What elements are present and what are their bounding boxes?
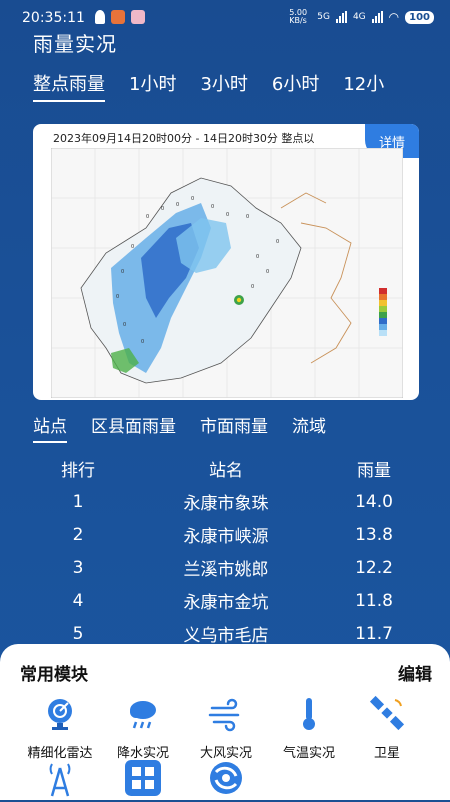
tab-basin[interactable]: 流域 [292,412,326,443]
battery-indicator: 100 [405,10,434,24]
svg-text:0: 0 [161,206,164,212]
svg-text:0: 0 [131,244,134,250]
row-station: 义乌市毛店 [183,626,269,646]
tab-3h[interactable]: 3小时 [200,70,247,102]
module-label: 卫星 [373,746,400,761]
satellite-icon [369,695,405,731]
header-station: 站名 [209,461,243,481]
table-row[interactable]: 4 永康市金坑 11.8 [33,584,419,617]
row-rainfall: 11.8 [355,590,393,611]
wind-icon [208,698,240,732]
rain-cloud-icon [130,701,156,729]
table-row[interactable]: 3 兰溪市姚郎 12.2 [33,551,419,584]
modules-title: 常用模块 [20,665,88,685]
row-rank: 2 [72,524,84,545]
module-grid[interactable] [100,758,186,802]
map-title: 2023年09月14日20时00分 - 14日20时30分 整点以 [53,132,315,145]
tab-stations[interactable]: 站点 [33,412,67,443]
svg-text:0: 0 [141,339,144,345]
row-station: 永康市峡源 [183,527,269,547]
svg-text:0: 0 [121,269,124,275]
svg-text:0: 0 [116,294,119,300]
module-signal[interactable] [17,758,103,802]
region-tabs: 站点 区县面雨量 市面雨量 流域 [33,412,326,443]
row-rainfall: 11.7 [355,623,393,644]
svg-text:0: 0 [276,239,279,245]
signal-icon-2 [371,11,383,23]
row-rank: 4 [72,590,84,611]
network-5g: 5G [317,12,330,22]
status-time: 20:35:11 [22,10,85,26]
row-rank: 1 [72,491,84,512]
net-speed: 5.00 KB/s [289,8,308,25]
page-title: 雨量实况 [33,32,117,56]
time-range-tabs: 整点雨量 1小时 3小时 6小时 12小 [33,70,384,102]
svg-text:0: 0 [211,204,214,210]
svg-text:0: 0 [256,254,259,260]
module-wind-live[interactable]: 大风实况 [183,694,269,761]
grid-apps-icon [125,760,161,796]
rainfall-ranking-table: 排行 站名 雨量 1 永康市象珠 14.0 2 永康市峡源 13.8 3 兰溪市… [33,452,419,650]
rainfall-map: 0 0 0 0 0 0 0 0 0 0 0 0 0 0 0 0 [51,148,403,398]
svg-text:0: 0 [191,196,194,202]
svg-text:0: 0 [266,269,269,275]
row-station: 兰溪市姚郎 [183,560,269,580]
module-temp-live[interactable]: 气温实况 [266,694,352,761]
row-rainfall: 12.2 [355,557,393,578]
wifi-icon: ◠ [388,10,400,24]
svg-text:0: 0 [246,214,249,220]
table-row[interactable]: 1 永康市象珠 14.0 [33,485,419,518]
tab-county-rain[interactable]: 区县面雨量 [91,412,176,443]
app-badge-icon-2 [131,10,145,24]
signal-tower-icon [49,763,71,797]
tab-1h[interactable]: 1小时 [129,70,176,102]
row-station: 永康市象珠 [183,494,269,514]
signal-icon [335,11,347,23]
typhoon-icon [210,762,242,794]
rain-map-card[interactable]: 2023年09月14日20时00分 - 14日20时30分 整点以 详情 000… [33,124,419,400]
header-rank: 排行 [61,461,95,481]
header-rainfall: 雨量 [357,461,391,481]
svg-text:0: 0 [123,322,126,328]
module-label: 气温实况 [282,746,335,761]
network-4g: 4G [352,12,366,22]
edit-button[interactable]: 编辑 [398,660,432,685]
svg-text:0: 0 [226,212,229,218]
app-badge-icon [111,10,125,24]
row-rank: 3 [72,557,84,578]
tab-hourly[interactable]: 整点雨量 [33,70,105,102]
notification-icon [95,10,105,24]
tab-city-rain[interactable]: 市面雨量 [200,412,268,443]
row-rank: 5 [72,623,84,644]
common-modules-panel: 常用模块 编辑 精细化雷达 降水实况 大风实况 气温实况 卫星 [0,644,450,800]
tab-12h[interactable]: 12小 [343,70,384,102]
row-rainfall: 14.0 [355,491,393,512]
module-fine-radar[interactable]: 精细化雷达 [17,694,103,761]
svg-text:0: 0 [251,284,254,290]
row-rainfall: 13.8 [355,524,393,545]
module-precip-live[interactable]: 降水实况 [100,694,186,761]
thermometer-icon [303,698,315,730]
table-row[interactable]: 2 永康市峡源 13.8 [33,518,419,551]
module-typhoon[interactable] [183,758,269,802]
svg-text:0: 0 [146,214,149,220]
svg-text:0: 0 [176,202,179,208]
module-satellite[interactable]: 卫星 [344,694,430,761]
table-header: 排行 站名 雨量 [33,452,419,485]
tab-6h[interactable]: 6小时 [272,70,319,102]
radar-dish-icon [48,699,72,730]
row-station: 永康市金坑 [183,593,269,613]
